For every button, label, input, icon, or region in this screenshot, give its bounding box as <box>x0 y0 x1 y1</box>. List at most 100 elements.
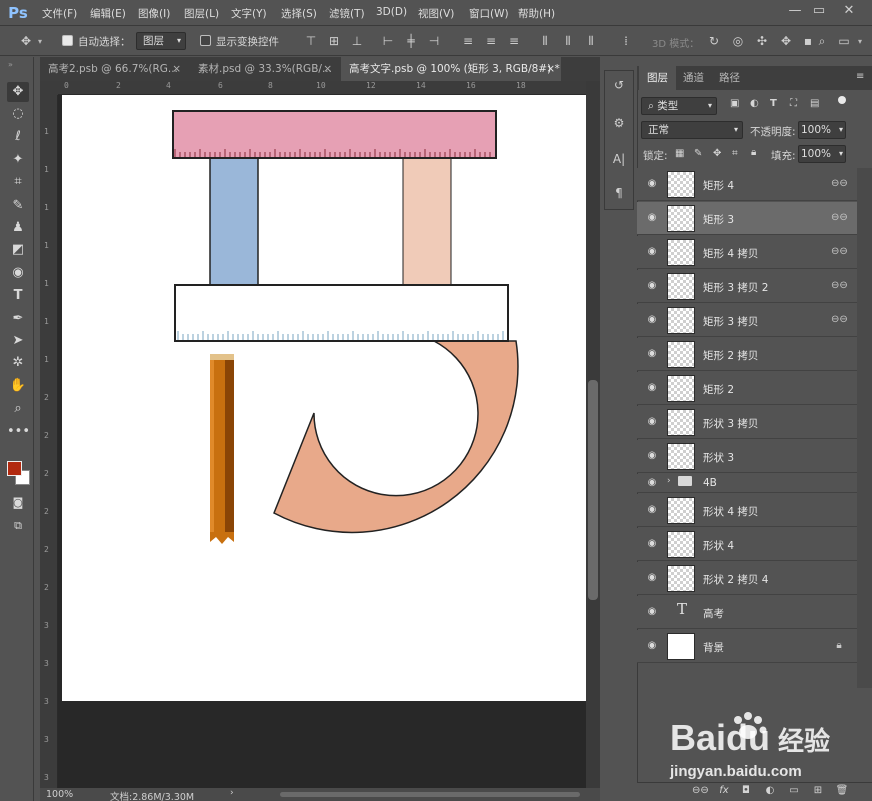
path-select-icon[interactable]: ➤ <box>7 331 29 351</box>
magic-wand-icon[interactable]: ✦ <box>7 150 29 170</box>
show-transform-checkbox[interactable] <box>200 35 211 46</box>
crop-tool-icon[interactable]: ⌗ <box>7 172 29 192</box>
group-name[interactable]: 4B <box>703 477 717 489</box>
chevron-down-icon[interactable]: ▾ <box>858 37 862 46</box>
filter-smartobject-icon[interactable]: ▤ <box>810 98 819 109</box>
slide-3d-icon[interactable]: ✥ <box>778 33 794 49</box>
close-icon[interactable]: × <box>323 57 332 81</box>
blend-mode-dropdown[interactable]: 正常 ▾ <box>641 121 743 139</box>
tab-sucai[interactable]: 素材.psd @ 33.3%(RGB/... × <box>190 57 338 81</box>
document-canvas[interactable] <box>62 95 586 701</box>
chevron-right-icon[interactable]: › <box>230 788 234 798</box>
quick-mask-icon[interactable]: ◙ <box>7 493 29 513</box>
roll-3d-icon[interactable]: ◎ <box>730 33 746 49</box>
delete-layer-icon[interactable]: 🗑︎ <box>834 784 850 798</box>
visibility-eye-icon[interactable]: ◉ <box>645 449 659 463</box>
move-tool-icon[interactable]: ✥ <box>7 82 29 102</box>
filter-toggle-icon[interactable] <box>838 96 846 104</box>
lock-position-icon[interactable]: ✥ <box>713 148 721 159</box>
align-bottom-icon[interactable]: ⊥ <box>349 33 365 49</box>
close-window-button[interactable]: ✕ <box>840 2 858 20</box>
visibility-eye-icon[interactable]: ◉ <box>645 313 659 327</box>
layer-name[interactable]: 矩形 4 <box>703 178 734 193</box>
fx-icon[interactable]: fx <box>716 784 732 798</box>
filter-pixel-icon[interactable]: ▣ <box>730 98 739 109</box>
new-layer-icon[interactable]: ⊞ <box>810 784 826 798</box>
screen-mode-icon[interactable]: ⧉ <box>7 516 29 536</box>
distribute-vcenter-icon[interactable]: ≡ <box>483 33 499 49</box>
chevron-down-icon[interactable]: ▾ <box>38 37 42 46</box>
marquee-tool-icon[interactable]: ◌ <box>7 104 29 124</box>
align-top-icon[interactable]: ⊤ <box>303 33 319 49</box>
move-tool-preset-icon[interactable]: ✥ <box>18 33 34 49</box>
align-hcenter-icon[interactable]: ╪ <box>403 33 419 49</box>
distribute-left-icon[interactable]: ⦀ <box>537 33 553 49</box>
lock-transparent-icon[interactable]: ▦ <box>675 148 684 159</box>
chevron-right-icon[interactable]: › <box>667 476 671 486</box>
layer-name[interactable]: 矩形 2 拷贝 <box>703 348 758 363</box>
new-group-icon[interactable]: ▭ <box>786 784 802 798</box>
layer-name[interactable]: 背景 <box>703 640 724 655</box>
visibility-eye-icon[interactable]: ◉ <box>645 639 659 653</box>
distribute-bottom-icon[interactable]: ≡ <box>506 33 522 49</box>
tab-gaokao-text[interactable]: 高考文字.psb @ 100% (矩形 3, RGB/8#) * × <box>341 57 561 81</box>
hand-tool-icon[interactable]: ✋ <box>7 376 29 396</box>
scrollbar-thumb[interactable] <box>588 380 598 600</box>
menu-layer[interactable]: 图层(L) <box>184 6 219 21</box>
layer-name[interactable]: 形状 4 拷贝 <box>703 504 758 519</box>
filter-type-icon[interactable]: T <box>770 98 777 109</box>
restore-button[interactable]: ▭ <box>810 2 828 20</box>
text-layer-row[interactable] <box>637 596 857 629</box>
filter-shape-icon[interactable]: ⛶ <box>790 98 797 109</box>
character-icon[interactable]: A| <box>608 148 630 170</box>
align-vcenter-icon[interactable]: ⊞ <box>326 33 342 49</box>
close-icon[interactable]: × <box>172 57 181 81</box>
doc-size[interactable]: 文档:2.86M/3.30M <box>110 789 194 801</box>
layer-name[interactable]: 矩形 2 <box>703 382 734 397</box>
layer-name[interactable]: 矩形 3 拷贝 2 <box>703 280 768 295</box>
workspace-icon[interactable]: ▭ <box>836 33 852 49</box>
visibility-eye-icon[interactable]: ◉ <box>645 415 659 429</box>
pen-tool-icon[interactable]: ✒ <box>7 309 29 329</box>
layer-name[interactable]: 形状 3 <box>703 450 734 465</box>
lock-artboard-icon[interactable]: ⌗ <box>732 148 738 159</box>
fill-input[interactable]: 100% ▾ <box>798 145 846 163</box>
collapse-toolbar-icon[interactable]: » <box>8 60 13 69</box>
layer-name[interactable]: 形状 4 <box>703 538 734 553</box>
visibility-eye-icon[interactable]: ◉ <box>645 537 659 551</box>
layer-name[interactable]: 形状 3 拷贝 <box>703 416 758 431</box>
stamp-tool-icon[interactable]: ♟ <box>7 218 29 238</box>
menu-filter[interactable]: 滤镜(T) <box>329 6 365 21</box>
visibility-eye-icon[interactable]: ◉ <box>645 245 659 259</box>
tab-paths[interactable]: 路径 <box>711 66 748 90</box>
align-left-icon[interactable]: ⊢ <box>380 33 396 49</box>
link-layers-icon[interactable]: ⊖⊖ <box>692 784 709 798</box>
visibility-eye-icon[interactable]: ◉ <box>645 503 659 517</box>
menu-3d[interactable]: 3D(D) <box>376 6 407 18</box>
layer-name[interactable]: 矩形 4 拷贝 <box>703 246 758 261</box>
layers-scrollbar[interactable] <box>857 168 872 688</box>
auto-select-dropdown[interactable]: 图层 ▾ <box>136 32 186 50</box>
more-tools-icon[interactable]: ••• <box>7 422 30 442</box>
visibility-eye-icon[interactable]: ◉ <box>645 347 659 361</box>
layer-name[interactable]: 高考 <box>703 606 724 621</box>
type-tool-icon[interactable]: T <box>7 286 29 306</box>
visibility-eye-icon[interactable]: ◉ <box>645 605 659 619</box>
minimize-button[interactable]: — <box>786 2 804 20</box>
auto-select-checkbox[interactable] <box>62 35 73 46</box>
rotate-3d-icon[interactable]: ↻ <box>706 33 722 49</box>
menu-help[interactable]: 帮助(H) <box>518 6 555 21</box>
menu-image[interactable]: 图像(I) <box>138 6 170 21</box>
lock-pixels-icon[interactable]: ✎ <box>694 148 702 159</box>
history-icon[interactable]: ↺ <box>608 74 630 96</box>
visibility-eye-icon[interactable]: ◉ <box>645 177 659 191</box>
layer-name[interactable]: 矩形 3 拷贝 <box>703 314 758 329</box>
horizontal-scrollbar[interactable] <box>280 792 580 797</box>
layer-filter-dropdown[interactable]: ⌕ 类型 ▾ <box>641 97 717 115</box>
foreground-color-swatch-top[interactable] <box>7 461 22 476</box>
menu-file[interactable]: 文件(F) <box>42 6 77 21</box>
zoom-tool-icon[interactable]: ⌕ <box>7 399 29 419</box>
paragraph-icon[interactable]: ¶ <box>608 182 630 204</box>
menu-type[interactable]: 文字(Y) <box>231 6 267 21</box>
zoom-level[interactable]: 100% <box>46 789 73 800</box>
